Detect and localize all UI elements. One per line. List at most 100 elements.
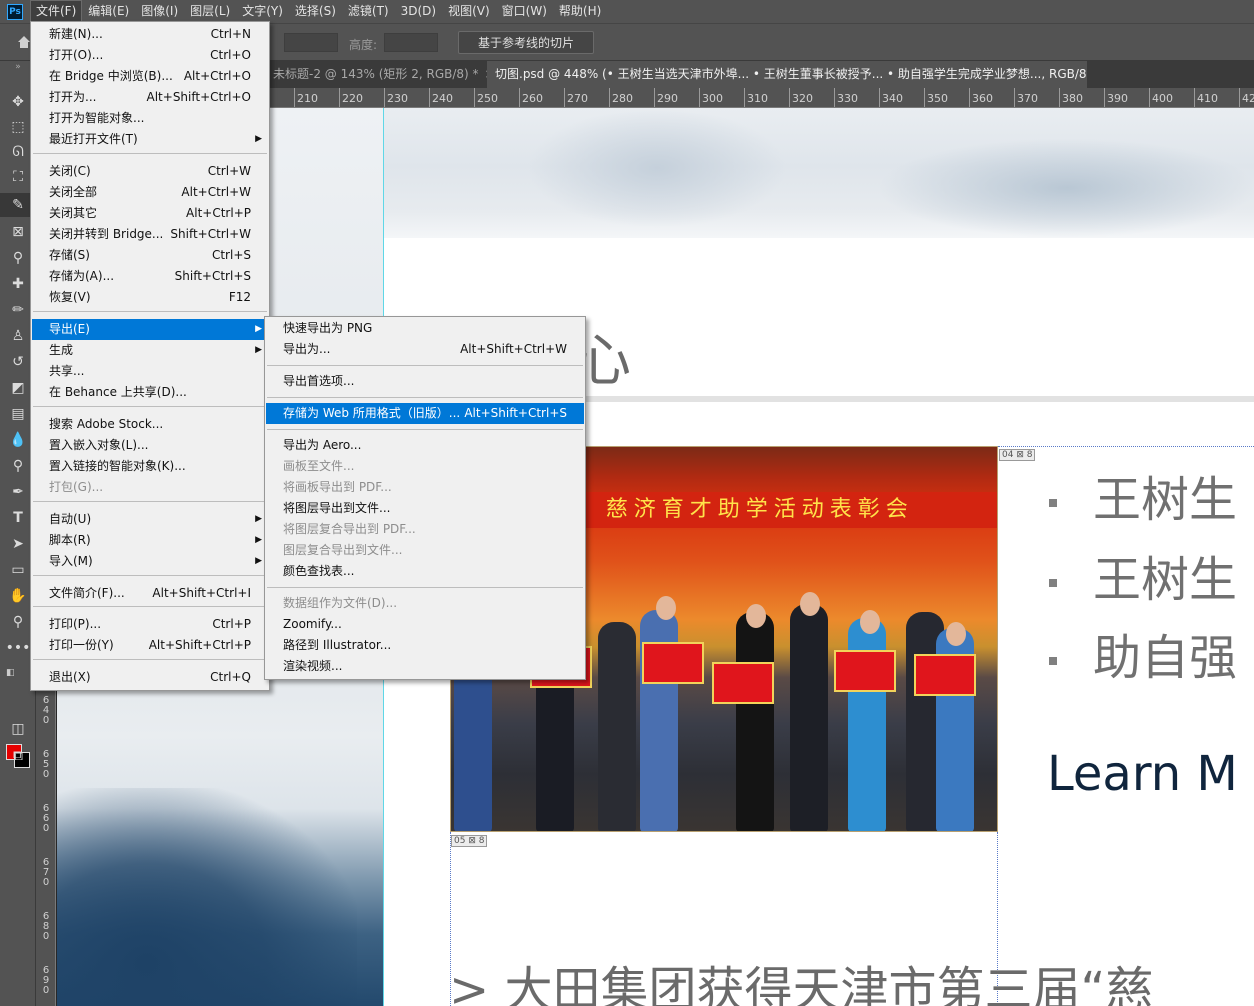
menu-edit[interactable]: 编辑(E) <box>82 0 135 23</box>
menu-select[interactable]: 选择(S) <box>289 0 342 23</box>
file-menu-item[interactable]: 新建(N)... Ctrl+N <box>32 24 268 45</box>
file-menu-item[interactable]: 打开(O)... Ctrl+O <box>32 45 268 66</box>
photoshop-app-icon[interactable]: Ps <box>7 3 23 20</box>
export-menu-item[interactable]: 数据组作为文件(D)... <box>266 593 584 614</box>
menu-item-label: 恢复(V) <box>49 290 91 304</box>
menu-type[interactable]: 文字(Y) <box>236 0 289 23</box>
menu-file[interactable]: 文件(F) <box>30 0 83 23</box>
export-menu-item[interactable]: 导出为 Aero... <box>266 435 584 456</box>
menu-separator <box>33 311 267 312</box>
export-menu-item[interactable]: 画板至文件... <box>266 456 584 477</box>
menu-layer[interactable]: 图层(L) <box>184 0 236 23</box>
file-menu-item[interactable]: 存储为(A)... Shift+Ctrl+S <box>32 266 268 287</box>
ruler-tick-label: 270 <box>567 92 588 105</box>
learn-more-text: Learn M <box>1047 746 1238 802</box>
height-label: 高度: <box>349 38 378 52</box>
submenu-arrow-icon: ▶ <box>255 535 262 545</box>
ruler-tick: 320 <box>789 88 813 107</box>
menu-view[interactable]: 视图(V) <box>442 0 496 23</box>
menu-item-shortcut: Alt+Shift+Ctrl+O <box>146 90 251 104</box>
bullet-dot <box>1049 579 1057 587</box>
ruler-tick: 310 <box>744 88 768 107</box>
menu-item-shortcut: Ctrl+S <box>211 248 251 262</box>
export-menu-item[interactable]: 将图层导出到文件... <box>266 498 584 519</box>
ruler-tick: 350 <box>924 88 948 107</box>
export-menu-item[interactable]: 导出为... Alt+Shift+Ctrl+W <box>266 339 584 360</box>
menu-item-label: 导出为... <box>283 342 331 356</box>
file-menu-item[interactable]: 打印(P)... Ctrl+P <box>32 614 268 635</box>
menu-filter[interactable]: 滤镜(T) <box>342 0 395 23</box>
file-menu-item[interactable]: 共享... <box>32 361 268 382</box>
menu-item-label: 数据组作为文件(D)... <box>283 596 398 610</box>
file-menu-item[interactable]: 存储(S) Ctrl+S <box>32 245 268 266</box>
file-menu-item[interactable]: 生成 ▶ <box>32 340 268 361</box>
file-menu-item[interactable]: 在 Bridge 中浏览(B)... Alt+Ctrl+O <box>32 66 268 87</box>
file-menu-item[interactable]: 打开为智能对象... <box>32 108 268 129</box>
export-menu-item[interactable]: 将图层复合导出到 PDF... <box>266 519 584 540</box>
tab-label: 切图.psd @ 448% (• 王树生当选天津市外埠... • 王树生董事长被… <box>495 67 1087 81</box>
export-menu-item[interactable]: 渲染视频... <box>266 656 584 677</box>
menu-help[interactable]: 帮助(H) <box>553 0 607 23</box>
menu-item-label: 在 Behance 上共享(D)... <box>49 385 187 399</box>
tab-untitled-2[interactable]: 未标题-2 @ 143% (矩形 2, RGB/8) *× <box>265 61 487 88</box>
file-menu-item[interactable]: 退出(X) Ctrl+Q <box>32 667 268 688</box>
height-field[interactable] <box>384 33 438 52</box>
file-menu-item[interactable]: 在 Behance 上共享(D)... <box>32 382 268 403</box>
file-menu-item[interactable]: 置入链接的智能对象(K)... <box>32 456 268 477</box>
export-menu-item[interactable]: 存储为 Web 所用格式（旧版）... Alt+Shift+Ctrl+S <box>266 403 584 424</box>
slices-from-guides-button[interactable]: 基于参考线的切片 <box>458 31 594 54</box>
file-menu-item[interactable]: 关闭全部 Alt+Ctrl+W <box>32 182 268 203</box>
screen-mode-icon[interactable]: ⧉ <box>0 744 36 768</box>
file-menu-item[interactable]: 置入嵌入对象(L)... <box>32 435 268 456</box>
tab-cut-psd[interactable]: 切图.psd @ 448% (• 王树生当选天津市外埠... • 王树生董事长被… <box>487 61 1087 88</box>
file-menu-item[interactable]: 自动(U) ▶ <box>32 509 268 530</box>
ruler-tick-label: 370 <box>1017 92 1038 105</box>
ruler-tick: 300 <box>699 88 723 107</box>
menu-item-label: Zoomify... <box>283 617 342 631</box>
slice-number-tag: 04 ⊠ 8 <box>999 449 1036 461</box>
ruler-tick: 360 <box>969 88 993 107</box>
menu-item-label: 渲染视频... <box>283 659 343 673</box>
menu-separator <box>33 501 267 502</box>
menu-item-shortcut: Ctrl+W <box>207 164 251 178</box>
menu-window[interactable]: 窗口(W) <box>496 0 553 23</box>
menu-item-label: 生成 <box>49 343 74 357</box>
file-menu-item[interactable]: 搜索 Adobe Stock... <box>32 414 268 435</box>
ruler-tick-label: 660 <box>42 803 50 834</box>
file-menu-item[interactable]: 最近打开文件(T) ▶ <box>32 129 268 150</box>
menu-item-label: 打印一份(Y) <box>49 638 114 652</box>
file-menu-item[interactable]: 导出(E) ▶ <box>32 319 268 340</box>
menu-image[interactable]: 图像(I) <box>135 0 184 23</box>
file-menu-item[interactable]: 打开为... Alt+Shift+Ctrl+O <box>32 87 268 108</box>
file-menu-item[interactable]: 恢复(V) F12 <box>32 287 268 308</box>
file-menu-item[interactable]: 导入(M) ▶ <box>32 551 268 572</box>
ruler-tick: 400 <box>1149 88 1173 107</box>
export-menu-item[interactable]: 路径到 Illustrator... <box>266 635 584 656</box>
export-menu-item[interactable]: 颜色查找表... <box>266 561 584 582</box>
export-menu-item[interactable]: 导出首选项... <box>266 371 584 392</box>
file-menu-item[interactable]: 关闭(C) Ctrl+W <box>32 161 268 182</box>
ruler-tick-label: 310 <box>747 92 768 105</box>
file-menu-item[interactable]: 打包(G)... <box>32 477 268 498</box>
menu-item-label: 自动(U) <box>49 512 92 526</box>
menu-item-label: 图层复合导出到文件... <box>283 543 403 557</box>
file-menu-item[interactable]: 关闭其它 Alt+Ctrl+P <box>32 203 268 224</box>
export-menu-item[interactable]: Zoomify... <box>266 614 584 635</box>
menu-item-shortcut: Shift+Ctrl+S <box>174 269 251 283</box>
menu-item-label: 导出首选项... <box>283 374 355 388</box>
export-menu-item[interactable]: 图层复合导出到文件... <box>266 540 584 561</box>
default-colors-icon[interactable]: ◧ <box>6 668 16 678</box>
menu-item-label: 颜色查找表... <box>283 564 355 578</box>
file-menu-item[interactable]: 打印一份(Y) Alt+Shift+Ctrl+P <box>32 635 268 656</box>
quick-mask-icon[interactable]: ◫ <box>0 717 36 741</box>
submenu-arrow-icon: ▶ <box>255 134 262 144</box>
menu-3d[interactable]: 3D(D) <box>395 0 442 23</box>
menu-item-label: 关闭其它 <box>49 206 98 220</box>
export-menu-item[interactable]: 快速导出为 PNG <box>266 318 584 339</box>
export-menu-item[interactable]: 将画板导出到 PDF... <box>266 477 584 498</box>
file-menu-item[interactable]: 脚本(R) ▶ <box>32 530 268 551</box>
width-field[interactable] <box>284 33 338 52</box>
file-menu-item[interactable]: 关闭并转到 Bridge... Shift+Ctrl+W <box>32 224 268 245</box>
news-bullet: 王树生 <box>1049 540 1237 610</box>
file-menu-item[interactable]: 文件简介(F)... Alt+Shift+Ctrl+I <box>32 583 268 604</box>
